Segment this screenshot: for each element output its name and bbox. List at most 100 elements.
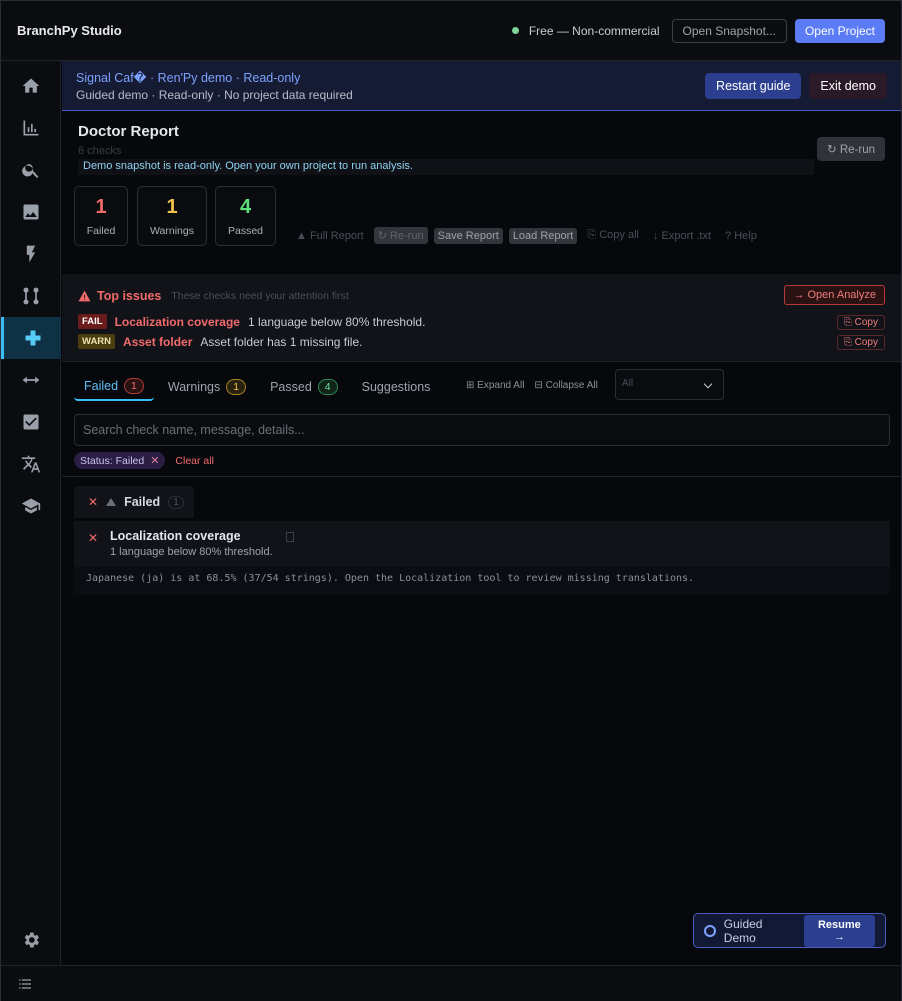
tab-suggestions[interactable]: Suggestions [352,373,441,401]
collapse-triangle-icon [106,498,117,506]
status-bar [1,965,901,1001]
save-report-button[interactable]: Save Report [433,227,503,244]
stat-failed-label: Failed [86,225,116,237]
issue-name[interactable]: Asset folder [123,335,192,349]
count-badge: 4 [317,379,338,395]
help-button[interactable]: ? Help [721,228,761,244]
report-toolbar: ▲ Full Report ↻ Re-run Save Report Load … [292,227,761,244]
page-title: Doctor Report [78,123,179,140]
sidebar-item-localization[interactable] [1,443,61,485]
open-analyze-button[interactable]: → Open Analyze [784,285,885,305]
clear-all-button[interactable]: Clear all [175,455,214,467]
fail-x-icon: ✕ [88,531,99,545]
sidebar-item-settings[interactable] [1,919,61,961]
main-content: Signal Caf� · Ren'Py demo · Read-only Gu… [62,61,901,965]
gear-icon [24,932,39,948]
tab-label: Failed [84,379,119,393]
count-badge: 1 [124,378,144,394]
chip-label: Status: Failed [80,454,145,467]
issue-message: 1 language below 80% threshold. [247,314,426,329]
export-txt-button[interactable]: ↓ Export .txt [649,228,715,244]
search-icon [22,164,39,178]
sidebar-item-home[interactable] [1,65,61,107]
branch-icon [23,287,39,305]
sidebar-item-actions[interactable] [1,233,61,275]
tab-warnings[interactable]: Warnings 1 [158,373,256,401]
stat-warnings-label: Warnings [150,225,194,237]
copy-icon[interactable] [286,532,294,542]
graduation-icon [21,498,41,514]
tab-tools: ⊞ Expand All ⊟ Collapse All [466,380,598,391]
expand-all-button[interactable]: ⊞ Expand All [466,380,524,391]
top-issues-panel: Top issues These checks need your attent… [62,274,901,362]
stat-warnings[interactable]: 1 Warnings [137,186,207,246]
stat-passed-value: 4 [239,196,252,218]
top-issues-subtitle: These checks need your attention first [171,290,349,302]
check-title: Localization coverage [110,529,241,543]
plus-icon [25,330,40,346]
topbar-actions: Free — Non-commercial Open Snapshot... O… [511,18,885,43]
status-filter-chip[interactable]: Status: Failed ✕ [74,452,166,469]
sidebar-item-checks[interactable] [1,401,61,443]
banner-text: Signal Caf� · Ren'Py demo · Read-only Gu… [76,70,353,102]
sidebar-item-learn[interactable] [1,485,61,527]
close-icon[interactable]: ✕ [150,454,159,467]
sidebar-item-search[interactable] [1,149,61,191]
guided-demo-widget: Guided Demo Resume → [693,913,886,948]
group-header-failed[interactable]: ✕ Failed 1 [74,486,194,518]
resume-button[interactable]: Resume → [803,914,876,947]
image-icon [23,204,39,220]
sidebar-item-media[interactable] [1,191,61,233]
group-count: 1 [168,495,184,509]
sidebar-item-branches[interactable] [1,275,61,317]
result-tabs: Failed 1 Warnings 1 Passed 4 Suggestions [74,372,440,402]
readonly-notice: Demo snapshot is read-only. Open your ow… [78,159,814,175]
tab-label: Suggestions [361,380,431,394]
load-report-button[interactable]: Load Report [508,227,578,244]
copy-issue-button[interactable]: ⎘ Copy [836,315,885,330]
divider [62,476,901,477]
top-bar: BranchPy Studio Free — Non-commercial Op… [1,1,901,61]
check-count: 6 checks [78,145,122,157]
check-item[interactable]: ✕ Localization coverage 1 language below… [74,521,890,567]
chart-icon [23,120,39,136]
guided-demo-label: Guided Demo [723,916,763,945]
full-report-button[interactable]: ▲ Full Report [292,228,368,244]
issue-message: Asset folder has 1 missing file. [200,334,363,349]
toolbar-rerun-button[interactable]: ↻ Re-run [373,227,428,244]
filter-select[interactable]: All [615,369,724,400]
active-filters: Status: Failed ✕ Clear all [74,452,214,469]
collapse-all-button[interactable]: ⊟ Collapse All [534,380,597,391]
tab-label: Warnings [167,380,221,394]
restart-guide-button[interactable]: Restart guide [705,72,802,99]
tab-passed[interactable]: Passed 4 [260,373,348,401]
open-project-button[interactable]: Open Project [794,18,885,43]
report-header: Doctor Report 6 checks Demo snapshot is … [62,111,901,181]
open-snapshot-button[interactable]: Open Snapshot... [671,18,787,43]
tab-failed[interactable]: Failed 1 [74,373,154,401]
issue-name[interactable]: Localization coverage [115,315,240,329]
sidebar-item-compare[interactable] [1,359,61,401]
fail-x-icon: ✕ [88,495,99,509]
sidebar-item-doctor[interactable] [1,317,61,359]
check-message: 1 language below 80% threshold. [110,546,273,558]
stat-passed-label: Passed [227,225,264,237]
stat-passed[interactable]: 4 Passed [215,186,276,246]
app-title: BranchPy Studio [17,23,122,38]
translate-icon [21,455,41,473]
stat-failed[interactable]: 1 Failed [74,186,128,246]
exit-demo-button[interactable]: Exit demo [809,72,887,99]
copy-issue-button[interactable]: ⎘ Copy [836,335,885,350]
lightning-icon [26,245,36,263]
sidebar [1,61,61,965]
check-detail: Japanese (ja) is at 68.5% (37/54 strings… [74,567,890,595]
tab-label: Passed [270,380,312,394]
rerun-button[interactable]: ↻ Re-run [817,137,885,161]
sidebar-item-stats[interactable] [1,107,61,149]
list-icon[interactable] [17,976,33,992]
top-issues-header: Top issues These checks need your attent… [78,289,349,303]
search-input[interactable] [74,414,890,446]
copy-all-button[interactable]: ⎘ Copy all [583,227,643,244]
checkbox-icon [23,414,39,430]
fail-tag: FAIL [78,314,107,329]
